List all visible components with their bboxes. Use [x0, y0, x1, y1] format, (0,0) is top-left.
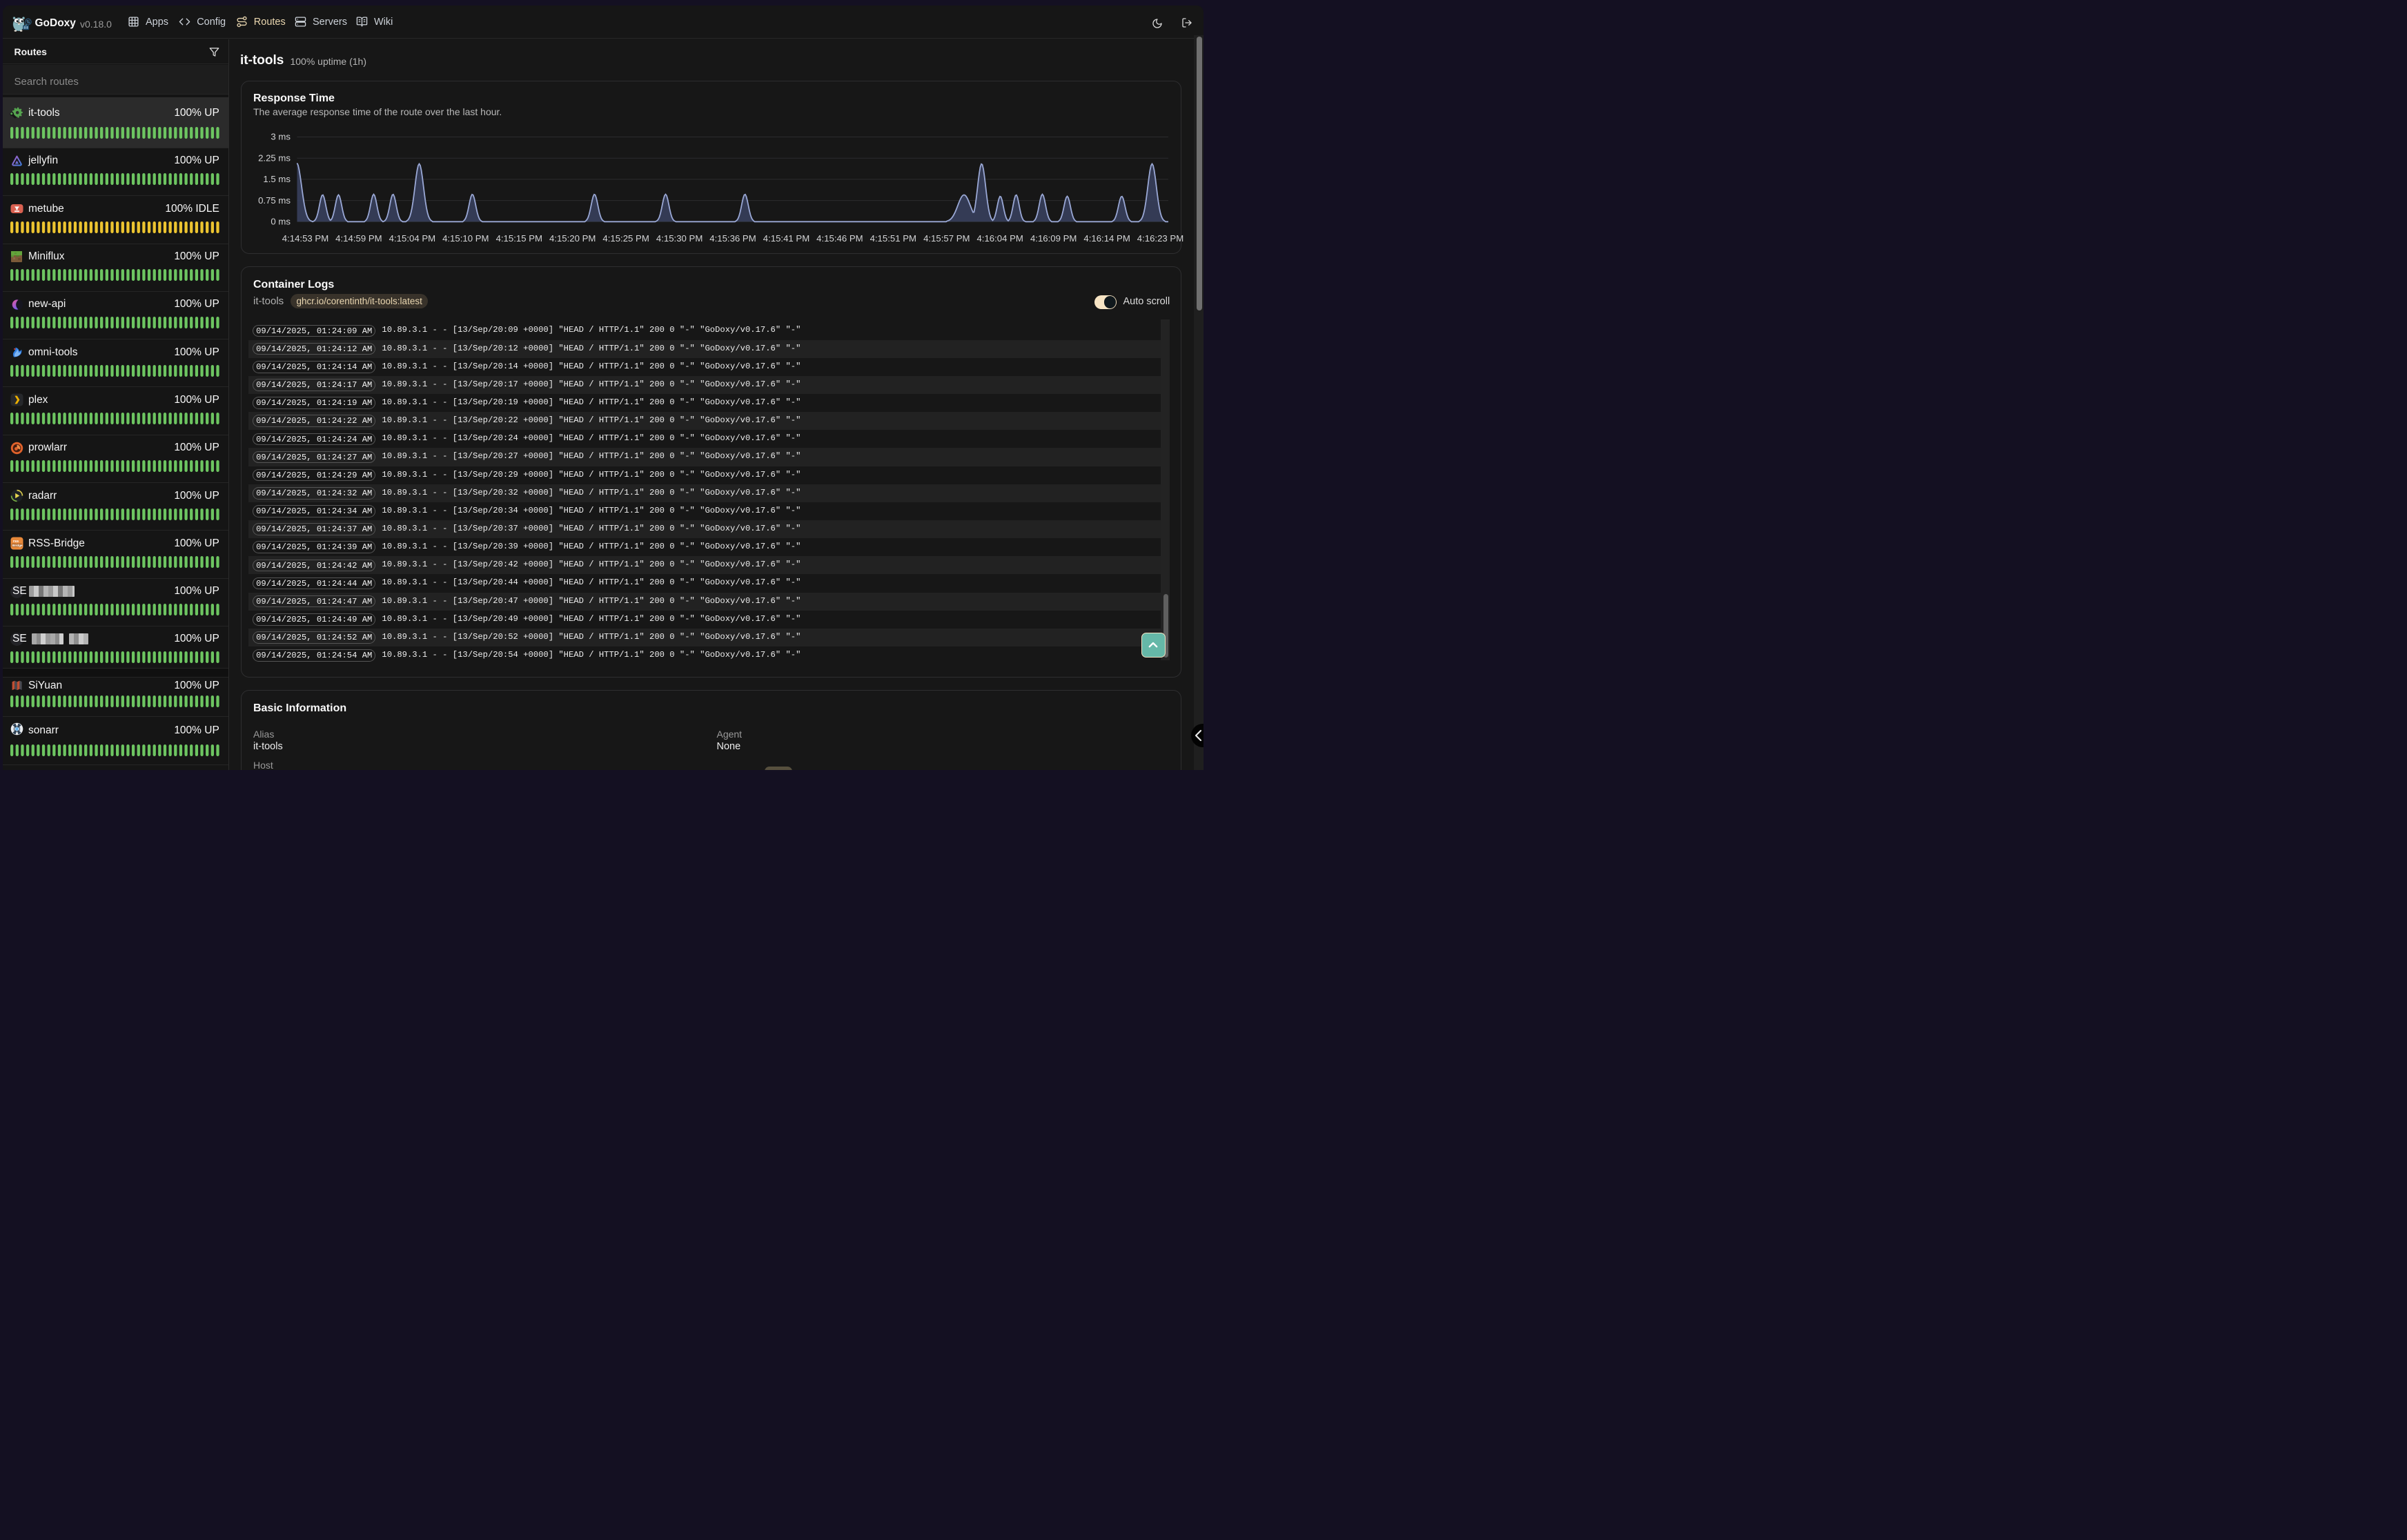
svg-text:4:16:09 PM: 4:16:09 PM: [1030, 233, 1077, 244]
svg-text:4:15:10 PM: 4:15:10 PM: [443, 233, 489, 244]
svg-text:1.5 ms: 1.5 ms: [264, 174, 291, 184]
svg-text:4:15:04 PM: 4:15:04 PM: [389, 233, 435, 244]
svg-text:3 ms: 3 ms: [271, 132, 291, 142]
svg-text:4:15:41 PM: 4:15:41 PM: [763, 233, 809, 244]
svg-text:4:15:20 PM: 4:15:20 PM: [549, 233, 596, 244]
svg-text:4:15:15 PM: 4:15:15 PM: [496, 233, 542, 244]
svg-text:4:15:25 PM: 4:15:25 PM: [603, 233, 649, 244]
svg-text:4:15:36 PM: 4:15:36 PM: [710, 233, 756, 244]
svg-text:4:16:14 PM: 4:16:14 PM: [1084, 233, 1130, 244]
svg-text:4:14:53 PM: 4:14:53 PM: [282, 233, 328, 244]
svg-text:4:15:51 PM: 4:15:51 PM: [870, 233, 916, 244]
svg-text:4:15:57 PM: 4:15:57 PM: [924, 233, 970, 244]
svg-text:4:14:59 PM: 4:14:59 PM: [336, 233, 382, 244]
svg-text:0.75 ms: 0.75 ms: [259, 195, 291, 206]
svg-text:0 ms: 0 ms: [271, 217, 291, 227]
svg-text:4:16:04 PM: 4:16:04 PM: [977, 233, 1023, 244]
svg-text:4:15:30 PM: 4:15:30 PM: [656, 233, 703, 244]
svg-text:Bridge: Bridge: [12, 544, 23, 547]
svg-text:2.25 ms: 2.25 ms: [259, 153, 291, 164]
svg-text:4:15:46 PM: 4:15:46 PM: [817, 233, 863, 244]
svg-text:4:16:23 PM: 4:16:23 PM: [1137, 233, 1183, 244]
